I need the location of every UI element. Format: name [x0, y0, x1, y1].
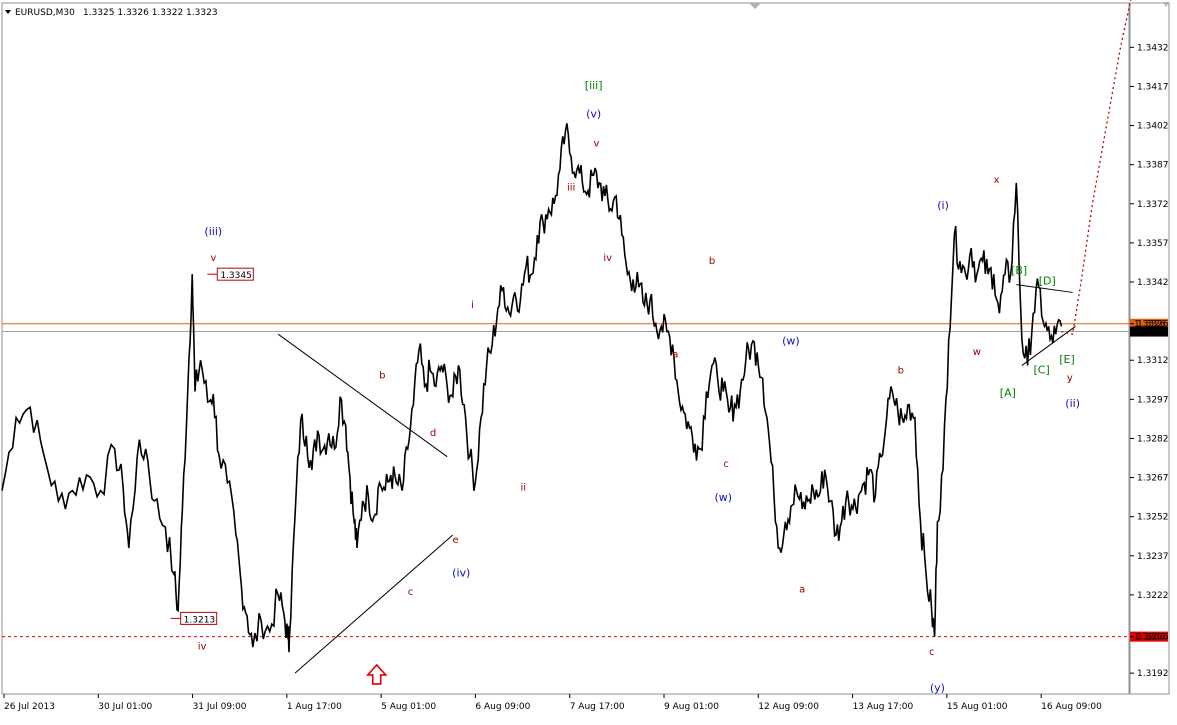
y-tick-label: 1.3237 — [1137, 552, 1169, 562]
x-tick-label: 9 Aug 01:00 — [664, 702, 719, 712]
chart-svg: EURUSD,M30 1.3325 1.3326 1.3322 1.3323 1… — [0, 0, 1177, 721]
x-tick-label: 12 Aug 09:00 — [758, 702, 819, 712]
wave-label: [B] — [1011, 264, 1027, 277]
symbol-label: EURUSD,M30 — [15, 8, 75, 18]
wave-label: v — [210, 253, 216, 264]
y-tick-label: 1.3192 — [1137, 669, 1169, 679]
y-tick-label: 1.3342 — [1137, 278, 1169, 288]
x-tick-label: 13 Aug 17:00 — [853, 702, 914, 712]
wave-label: c — [929, 647, 935, 658]
y-tick-label: 1.3432 — [1137, 43, 1169, 53]
y-tick-label: 1.3282 — [1137, 434, 1169, 444]
wave-label: iii — [567, 183, 575, 194]
wave-label: b — [379, 370, 385, 381]
x-tick-label: 31 Jul 09:00 — [193, 702, 247, 712]
y-tick-label: 1.3222 — [1137, 591, 1169, 601]
y-tick-label: 1.3387 — [1137, 161, 1169, 171]
wave-label: v — [594, 138, 600, 149]
x-tick-label: 30 Jul 01:00 — [98, 702, 152, 712]
wave-label: b — [709, 256, 715, 267]
wave-label: (w) — [714, 491, 732, 504]
wave-label: (iv) — [452, 567, 470, 580]
wave-label: a — [799, 584, 805, 595]
x-tick-label: 1 Aug 17:00 — [287, 702, 342, 712]
y-tick-label: 1.3372 — [1137, 200, 1169, 210]
wave-label: (y) — [930, 681, 945, 694]
wave-label: [C] — [1034, 363, 1050, 376]
y-tick-label: 1.3326 — [1137, 320, 1169, 330]
wave-label: d — [430, 428, 436, 439]
wave-label: y — [1067, 373, 1073, 384]
x-tick-label: 26 Jul 2013 — [4, 702, 55, 712]
wave-label: iv — [603, 253, 612, 264]
x-tick-label: 6 Aug 09:00 — [475, 702, 530, 712]
x-tick-label: 7 Aug 17:00 — [570, 702, 625, 712]
y-tick-label: 1.3206 — [1137, 633, 1169, 643]
wave-label: [E] — [1059, 353, 1075, 366]
y-tick-label: 1.3252 — [1137, 513, 1169, 523]
y-tick-label: 1.3297 — [1137, 395, 1169, 405]
wave-label: (w) — [782, 335, 800, 348]
y-tick-label: 1.3357 — [1137, 239, 1169, 249]
wave-label: a — [672, 350, 678, 361]
x-tick-label: 15 Aug 01:00 — [947, 702, 1008, 712]
x-tick-label: 16 Aug 09:00 — [1041, 702, 1102, 712]
wave-label: ii — [520, 483, 526, 494]
wave-label: w — [973, 347, 981, 358]
wave-label: i — [471, 300, 474, 311]
wave-label: (i) — [937, 199, 949, 212]
y-tick-label: 1.3402 — [1137, 122, 1169, 132]
price-tag-text: 1.3213 — [184, 615, 216, 625]
wave-label: [D] — [1039, 275, 1056, 288]
wave-label: b — [898, 365, 904, 376]
chart: EURUSD,M30 1.3325 1.3326 1.3322 1.3323 1… — [0, 0, 1177, 721]
wave-label: (ii) — [1065, 397, 1080, 410]
wave-label: x — [994, 175, 1000, 186]
x-tick-label: 5 Aug 01:00 — [381, 702, 436, 712]
y-tick-label: 1.3312 — [1137, 356, 1169, 366]
wave-label: (iii) — [204, 225, 222, 238]
y-tick-label: 1.3417 — [1137, 82, 1169, 92]
chart-header: EURUSD,M30 1.3325 1.3326 1.3322 1.3323 — [5, 8, 218, 18]
wave-label: iv — [198, 642, 207, 653]
ohlc-values: 1.3325 1.3326 1.3322 1.3323 — [83, 8, 218, 18]
wave-label: c — [408, 587, 414, 598]
wave-label: [A] — [1000, 387, 1016, 400]
wave-label: (v) — [586, 108, 601, 121]
price-tag-text: 1.3345 — [220, 271, 252, 281]
wave-label: c — [723, 459, 729, 470]
wave-label: [iii] — [585, 79, 603, 92]
wave-label: e — [453, 535, 459, 546]
y-tick-label: 1.3267 — [1137, 474, 1169, 484]
